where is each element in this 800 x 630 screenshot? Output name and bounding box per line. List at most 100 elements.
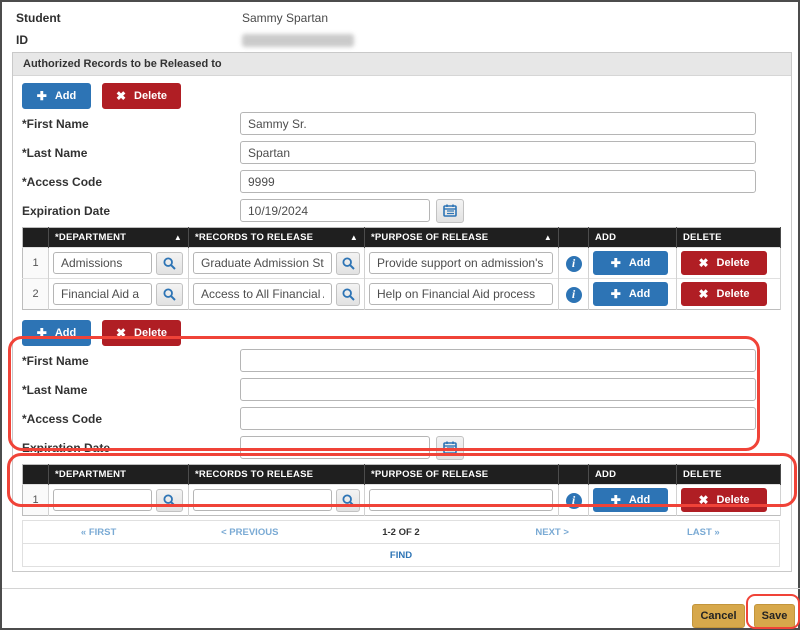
expiration-date-label: Expiration Date [22, 204, 240, 218]
search-icon [163, 257, 176, 270]
calendar-icon [443, 204, 457, 217]
grid2-info-header [559, 465, 589, 485]
row-delete-button[interactable]: ✖ Delete [681, 251, 767, 275]
purpose-of-release-input[interactable] [369, 252, 553, 274]
department-input[interactable] [53, 252, 152, 274]
access-code-label-2: *Access Code [22, 412, 240, 426]
grid2-delete-header: DELETE [677, 465, 781, 485]
access-code-input[interactable] [240, 170, 756, 193]
grid1-department-header[interactable]: *DEPARTMENT ▲ [49, 228, 189, 248]
find-link[interactable]: FIND [390, 550, 412, 561]
person-form-1: *First Name *Last Name *Access Code Expi… [22, 109, 782, 225]
row-add-button[interactable]: ✚ Add [593, 251, 668, 275]
save-button[interactable]: Save [754, 604, 795, 628]
info-icon[interactable]: i [566, 287, 582, 303]
row-delete-button[interactable]: ✖ Delete [681, 488, 767, 512]
expiration-date-input[interactable] [240, 199, 430, 222]
info-icon[interactable]: i [566, 256, 582, 272]
x-icon: ✖ [698, 494, 708, 506]
grid1-row-1: 1 i ✚ Add [23, 248, 781, 279]
purpose-of-release-input[interactable] [369, 489, 553, 511]
delete-button[interactable]: ✖ Delete [102, 83, 181, 109]
row-number: 2 [23, 279, 49, 310]
delete-button-label: Delete [134, 90, 167, 102]
first-name-label: *First Name [22, 117, 240, 131]
grid1-delete-header: DELETE [677, 228, 781, 248]
plus-icon: ✚ [37, 327, 47, 339]
purpose-of-release-input[interactable] [369, 283, 553, 305]
first-name-input-2[interactable] [240, 349, 756, 372]
grid2-add-header: ADD [589, 465, 677, 485]
grid1-purpose-header[interactable]: *PURPOSE OF RELEASE ▲ [365, 228, 559, 248]
grid1-info-header [559, 228, 589, 248]
calendar-button[interactable] [436, 199, 464, 223]
first-name-input[interactable] [240, 112, 756, 135]
id-label: ID [16, 33, 242, 47]
plus-icon: ✚ [37, 90, 47, 102]
delete-button-2[interactable]: ✖ Delete [102, 320, 181, 346]
student-label: Student [16, 11, 242, 25]
department-lookup-button[interactable] [156, 489, 183, 512]
plus-icon: ✚ [611, 257, 621, 269]
x-icon: ✖ [116, 327, 126, 339]
records-lookup-button[interactable] [336, 252, 360, 275]
records-grid-1: *DEPARTMENT ▲ *RECORDS TO RELEASE ▲ *PUR… [22, 227, 781, 310]
calendar-icon [443, 441, 457, 454]
cancel-button[interactable]: Cancel [692, 604, 745, 628]
row-number: 1 [23, 248, 49, 279]
sort-ascending-icon: ▲ [350, 233, 358, 242]
pagination-previous-link[interactable]: < PREVIOUS [174, 527, 325, 538]
records-to-release-input[interactable] [193, 283, 332, 305]
first-name-label-2: *First Name [22, 354, 240, 368]
pagination-status: 1-2 OF 2 [325, 527, 476, 538]
pagination-last-link[interactable]: LAST » [628, 527, 779, 538]
grid1-records-header[interactable]: *RECORDS TO RELEASE ▲ [189, 228, 365, 248]
search-icon [342, 257, 355, 270]
add-button-label: Add [55, 90, 76, 102]
sort-ascending-icon: ▲ [544, 233, 552, 242]
records-to-release-input[interactable] [193, 252, 332, 274]
grid2-records-header: *RECORDS TO RELEASE [189, 465, 365, 485]
pagination-next-link[interactable]: NEXT > [477, 527, 628, 538]
row-number: 1 [23, 485, 49, 516]
last-name-input[interactable] [240, 141, 756, 164]
row-delete-button[interactable]: ✖ Delete [681, 282, 767, 306]
expiration-date-label-2: Expiration Date [22, 441, 240, 455]
department-lookup-button[interactable] [156, 283, 183, 306]
x-icon: ✖ [698, 288, 708, 300]
records-to-release-input[interactable] [193, 489, 332, 511]
grid1-corner-header [23, 228, 49, 248]
plus-icon: ✚ [611, 288, 621, 300]
search-icon [342, 494, 355, 507]
plus-icon: ✚ [611, 494, 621, 506]
access-code-input-2[interactable] [240, 407, 756, 430]
department-input[interactable] [53, 283, 152, 305]
grid2-purpose-header: *PURPOSE OF RELEASE [365, 465, 559, 485]
records-lookup-button[interactable] [336, 489, 360, 512]
row-add-button[interactable]: ✚ Add [593, 488, 668, 512]
info-icon[interactable]: i [566, 493, 582, 509]
last-name-label-2: *Last Name [22, 383, 240, 397]
records-lookup-button[interactable] [336, 283, 360, 306]
authorized-records-panel: Authorized Records to be Released to ✚ A… [12, 52, 792, 572]
search-icon [163, 494, 176, 507]
grid2-corner-header [23, 465, 49, 485]
student-header: Student Sammy Spartan ID [2, 2, 798, 51]
add-button-2[interactable]: ✚ Add [22, 320, 91, 346]
expiration-date-input-2[interactable] [240, 436, 430, 459]
search-icon [342, 288, 355, 301]
grid2-department-header: *DEPARTMENT [49, 465, 189, 485]
department-lookup-button[interactable] [156, 252, 183, 275]
last-name-input-2[interactable] [240, 378, 756, 401]
pagination-first-link[interactable]: « FIRST [23, 527, 174, 538]
student-name-value: Sammy Spartan [242, 11, 328, 25]
row-add-button[interactable]: ✚ Add [593, 282, 668, 306]
grid2-row-1: 1 i ✚ Add [23, 485, 781, 516]
calendar-button-2[interactable] [436, 436, 464, 460]
department-input[interactable] [53, 489, 152, 511]
toolbar-2: ✚ Add ✖ Delete [22, 320, 782, 346]
last-name-label: *Last Name [22, 146, 240, 160]
add-button[interactable]: ✚ Add [22, 83, 91, 109]
person-form-2: *First Name *Last Name *Access Code Expi… [22, 346, 782, 462]
grid1-row-2: 2 i ✚ Add [23, 279, 781, 310]
